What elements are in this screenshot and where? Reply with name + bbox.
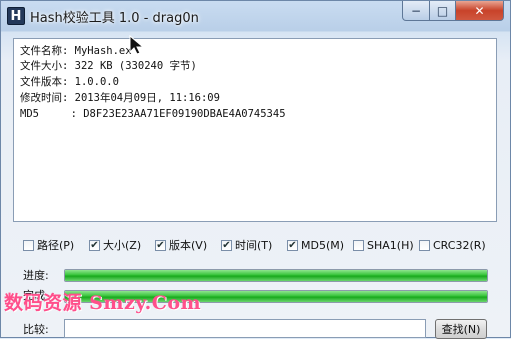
checkbox[interactable]: ✔	[221, 239, 232, 251]
title-bar[interactable]: H Hash校验工具 1.0 - drag0n − □ ✕	[1, 1, 510, 31]
option-label: 时间(T)	[235, 239, 273, 252]
info-value: 1.0.0.0	[74, 76, 119, 88]
option-path[interactable]: 路径(P)	[23, 237, 74, 253]
checkbox[interactable]	[353, 239, 364, 251]
checkbox[interactable]	[23, 239, 34, 251]
checkbox[interactable]	[419, 239, 430, 251]
maximize-button[interactable]: □	[429, 1, 456, 21]
info-row-md5: MD5 : D8F23E23AA71EF09190DBAE4A0745345	[20, 107, 286, 121]
info-value: 322 KB (330240 字节)	[74, 60, 197, 72]
info-label: 修改时间:	[20, 92, 69, 104]
hash-options: 路径(P) ✔ 大小(Z) ✔ 版本(V) ✔ 时间(T) ✔ MD5(M) SHA1(…	[23, 237, 503, 253]
mouse-cursor-icon	[129, 34, 145, 55]
option-label: MD5(M)	[301, 238, 345, 252]
window-title: Hash校验工具 1.0 - drag0n	[30, 11, 199, 26]
info-row-modified: 修改时间: 2013年04月09日, 11:16:09	[20, 91, 220, 105]
info-label: 文件版本:	[20, 76, 69, 88]
checkbox[interactable]: ✔	[287, 239, 298, 251]
minimize-button[interactable]: −	[402, 1, 430, 21]
checkbox[interactable]: ✔	[89, 239, 100, 251]
option-md5[interactable]: ✔ MD5(M)	[287, 237, 344, 253]
option-label: 大小(Z)	[103, 239, 142, 252]
close-icon: ✕	[474, 3, 485, 18]
info-row-version: 文件版本: 1.0.0.0	[20, 75, 119, 89]
option-label: 路径(P)	[37, 239, 75, 252]
app-icon: H	[7, 7, 25, 25]
option-label: 版本(V)	[169, 239, 208, 252]
option-time[interactable]: ✔ 时间(T)	[221, 237, 272, 253]
watermark: 数码资源 Smzy.Com	[4, 292, 202, 314]
compare-input[interactable]	[64, 319, 426, 338]
info-value: 2013年04月09日, 11:16:09	[74, 92, 220, 104]
compare-label: 比较:	[23, 323, 49, 336]
info-label: MD5 :	[20, 108, 77, 120]
close-button[interactable]: ✕	[455, 1, 504, 21]
app-window: H Hash校验工具 1.0 - drag0n − □ ✕ 文件名称: MyHa…	[0, 0, 511, 339]
option-sha1[interactable]: SHA1(H)	[353, 237, 414, 253]
option-label: SHA1(H)	[367, 238, 414, 252]
info-row-size: 文件大小: 322 KB (330240 字节)	[20, 59, 197, 73]
option-crc32[interactable]: CRC32(R)	[419, 237, 486, 253]
info-value: MyHash.ex	[74, 45, 132, 57]
option-size[interactable]: ✔ 大小(Z)	[89, 237, 141, 253]
info-value: D8F23E23AA71EF09190DBAE4A0745345	[83, 108, 286, 120]
minimize-icon: −	[410, 3, 422, 18]
find-button[interactable]: 查找(N)	[435, 319, 487, 339]
checkbox[interactable]: ✔	[155, 239, 166, 251]
progress-label: 进度:	[23, 269, 49, 282]
progress-bar	[64, 269, 488, 282]
info-row-name: 文件名称: MyHash.ex	[20, 44, 132, 58]
maximize-icon: □	[436, 3, 449, 18]
progress-fill	[65, 270, 487, 281]
option-version[interactable]: ✔ 版本(V)	[155, 237, 207, 253]
info-label: 文件名称:	[20, 45, 69, 57]
option-label: CRC32(R)	[433, 238, 486, 252]
file-info-panel[interactable]: 文件名称: MyHash.ex 文件大小: 322 KB (330240 字节)…	[13, 38, 497, 222]
info-label: 文件大小:	[20, 60, 69, 72]
